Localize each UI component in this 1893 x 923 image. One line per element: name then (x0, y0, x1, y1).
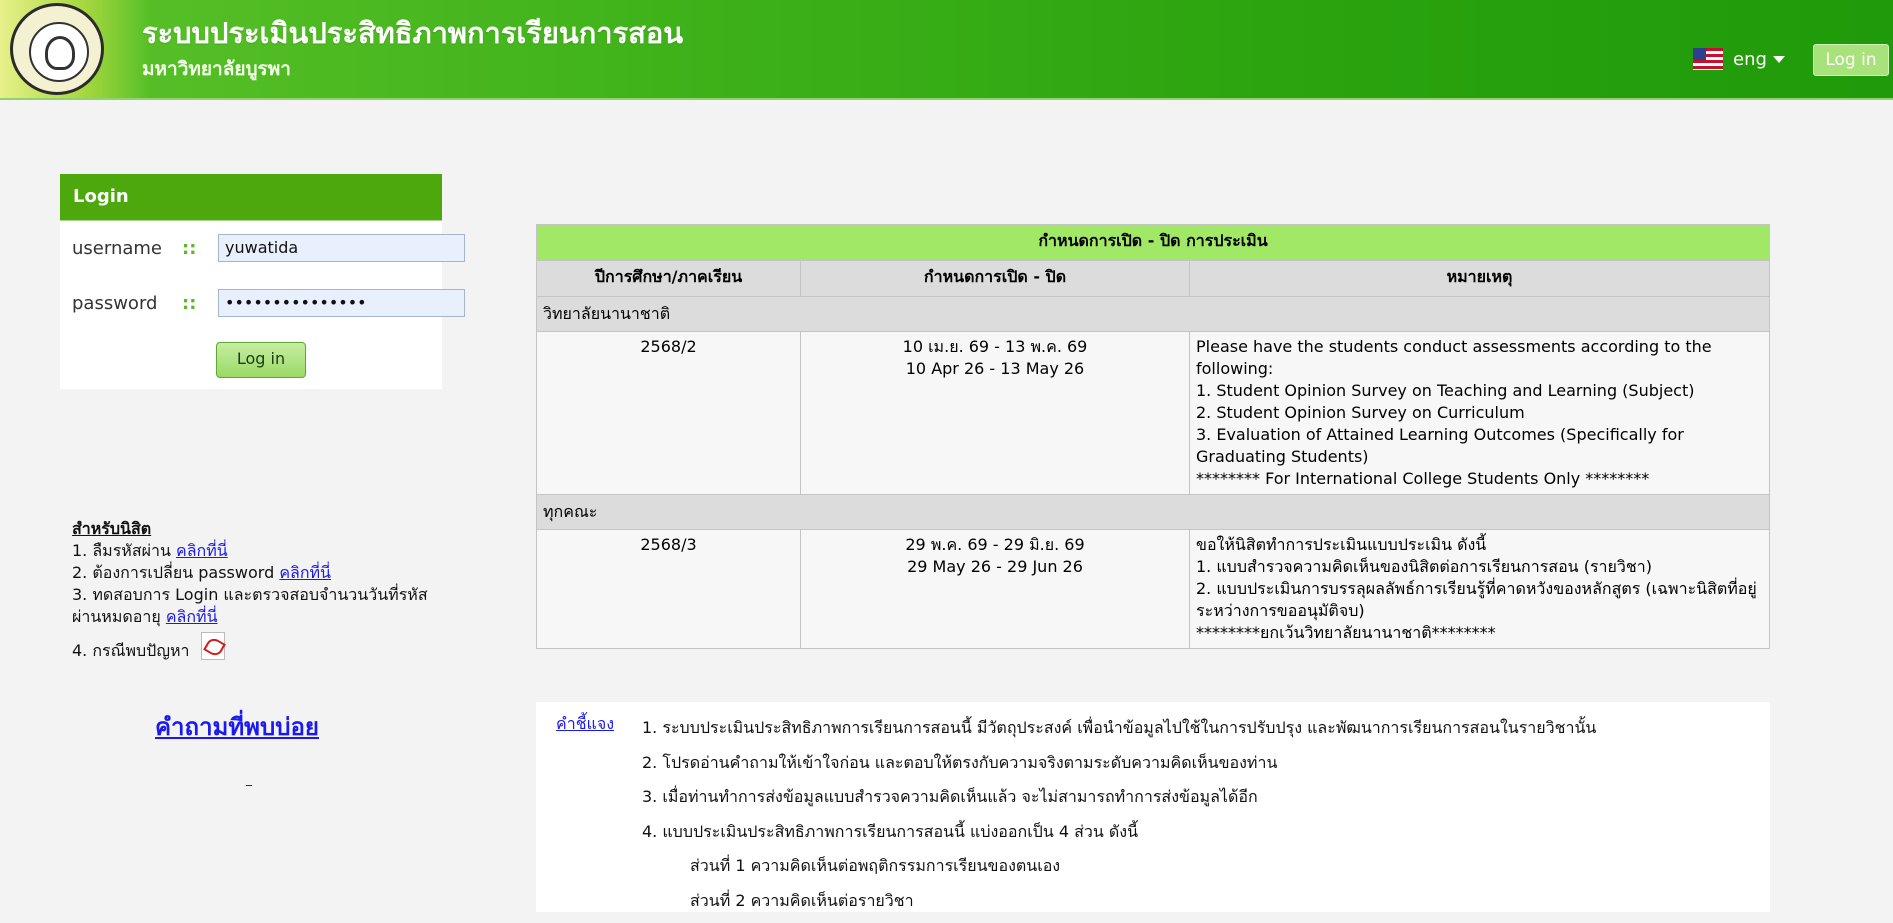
change-password-link[interactable]: คลิกที่นี่ (279, 563, 331, 582)
schedule-caption: กำหนดการเปิด - ปิด การประเมิน (537, 225, 1770, 261)
period-cell: 10 เม.ย. 69 - 13 พ.ค. 69 10 Apr 26 - 13 … (801, 332, 1190, 495)
username-separator: :: (182, 238, 218, 259)
term-cell: 2568/2 (537, 332, 801, 495)
help-item-change-password: 2. ต้องการเปลี่ยน password คลิกที่นี่ (72, 562, 432, 584)
list-item: 2. โปรดอ่านคำถามให้เข้าใจก่อน และตอบให้ต… (642, 751, 1596, 786)
test-login-link[interactable]: คลิกที่นี่ (166, 607, 218, 626)
username-row: username :: yuwatida (72, 234, 465, 262)
us-flag-icon (1693, 48, 1723, 70)
language-label: eng (1733, 49, 1767, 70)
university-logo (10, 3, 104, 95)
period-cell: 29 พ.ค. 69 - 29 มิ.ย. 69 29 May 26 - 29 … (801, 530, 1190, 649)
explanation-panel: คำชี้แจง 1. ระบบประเมินประสิทธิภาพการเรี… (536, 702, 1770, 912)
term-cell: 2568/3 (537, 530, 801, 649)
help-item-test-login: 3. ทดสอบการ Login และตรวจสอบจำนวนวันที่ร… (72, 584, 432, 628)
schedule-table: กำหนดการเปิด - ปิด การประเมิน ปีการศึกษา… (536, 224, 1770, 649)
site-subtitle: มหาวิทยาลัยบูรพา (142, 54, 291, 84)
list-item: 4. แบบประเมินประสิทธิภาพการเรียนการสอนนี… (642, 820, 1596, 855)
col-header-period: กำหนดการเปิด - ปิด (801, 261, 1190, 297)
list-item: 1. ระบบประเมินประสิทธิภาพการเรียนการสอนน… (642, 716, 1596, 751)
password-label: password (72, 293, 182, 314)
list-item: 3. เมื่อท่านทำการส่งข้อมูลแบบสำรวจความคิ… (642, 785, 1596, 820)
username-input[interactable]: yuwatida (218, 234, 465, 262)
chevron-down-icon (1773, 56, 1785, 63)
login-submit-button[interactable]: Log in (216, 342, 306, 378)
group-row: ทุกคณะ (537, 495, 1770, 530)
list-subitem: ส่วนที่ 1 ความคิดเห็นต่อพฤติกรรมการเรียน… (642, 854, 1596, 889)
site-header: ระบบประเมินประสิทธิภาพการเรียนการสอน มหา… (0, 0, 1893, 100)
empty-link[interactable] (246, 785, 252, 786)
pdf-icon[interactable] (201, 632, 225, 660)
username-label: username (72, 238, 182, 259)
group-row: วิทยาลัยนานาชาติ (537, 297, 1770, 332)
header-login-button[interactable]: Log in (1813, 44, 1889, 76)
login-panel: Login username :: yuwatida password :: •… (60, 174, 442, 389)
list-subitem: ส่วนที่ 2 ความคิดเห็นต่อรายวิชา (642, 889, 1596, 923)
login-heading: Login (60, 174, 442, 221)
col-header-notes: หมายเหตุ (1190, 261, 1770, 297)
faq-link[interactable]: คำถามที่พบบ่อย (155, 707, 319, 746)
language-selector[interactable]: eng (1693, 48, 1785, 70)
notes-cell: Please have the students conduct assessm… (1190, 332, 1770, 495)
password-row: password :: ••••••••••••••• (72, 289, 465, 317)
table-row: 2568/3 29 พ.ค. 69 - 29 มิ.ย. 69 29 May 2… (537, 530, 1770, 649)
explanation-list: 1. ระบบประเมินประสิทธิภาพการเรียนการสอนน… (642, 716, 1596, 923)
student-help-title: สำหรับนิสิต (72, 518, 432, 540)
col-header-term: ปีการศึกษา/ภาคเรียน (537, 261, 801, 297)
notes-cell: ขอให้นิสิตทำการประเมินแบบประเมิน ดังนี้ … (1190, 530, 1770, 649)
explanation-link[interactable]: คำชี้แจง (556, 712, 614, 737)
password-separator: :: (182, 293, 218, 314)
table-row: 2568/2 10 เม.ย. 69 - 13 พ.ค. 69 10 Apr 2… (537, 332, 1770, 495)
forgot-password-link[interactable]: คลิกที่นี่ (176, 541, 228, 560)
help-item-problem: 4. กรณีพบปัญหา (72, 632, 432, 662)
help-item-forgot-password: 1. ลืมรหัสผ่าน คลิกที่นี่ (72, 540, 432, 562)
site-title: ระบบประเมินประสิทธิภาพการเรียนการสอน (142, 10, 683, 56)
password-input[interactable]: ••••••••••••••• (218, 289, 465, 317)
student-help: สำหรับนิสิต 1. ลืมรหัสผ่าน คลิกที่นี่ 2.… (72, 518, 432, 662)
